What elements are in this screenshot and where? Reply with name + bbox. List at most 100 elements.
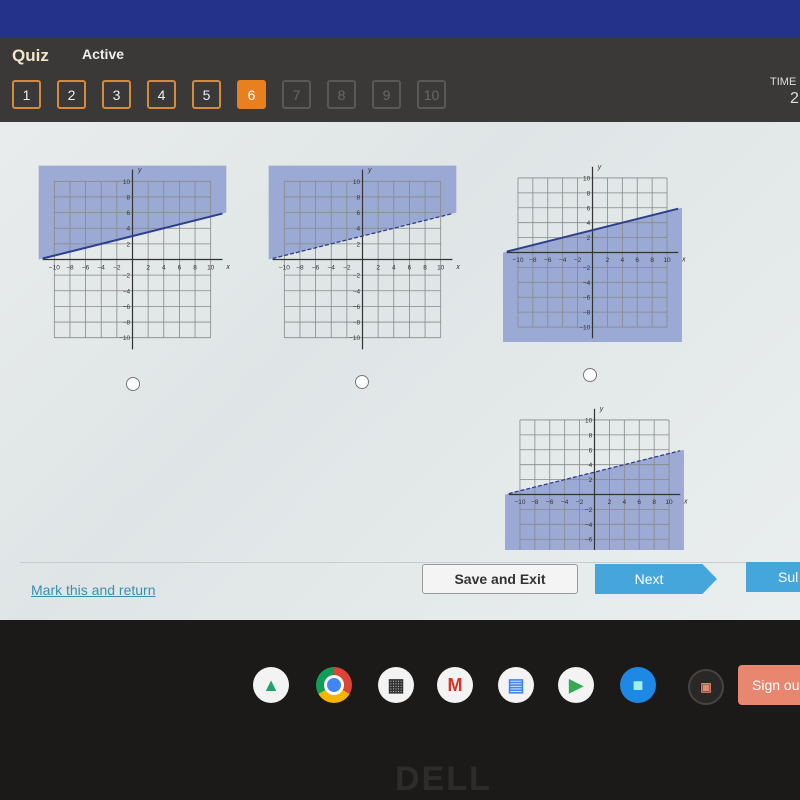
sign-out-button[interactable]: Sign ou [738,665,800,705]
divider [20,562,800,563]
system-tray-icon[interactable]: ▣ [688,669,724,705]
y-tick-label: 6 [589,447,593,454]
google-drive-icon[interactable]: ▲ [253,667,289,703]
files-icon[interactable]: ■ [620,667,656,703]
x-tick-label: −6 [312,265,320,272]
x-tick-label: −8 [531,499,539,506]
x-tick-label: 6 [178,265,182,272]
x-tick-label: −4 [98,265,106,272]
x-tick-label: 4 [392,265,396,272]
y-tick-label: 4 [587,220,591,227]
answer-radio-1[interactable] [126,377,140,391]
question-button-8: 8 [327,80,356,109]
x-tick-label: 6 [637,499,641,506]
y-tick-label: 4 [589,462,593,469]
x-tick-label: 4 [621,257,625,264]
x-tick-label: 8 [423,265,427,272]
y-tick-label: 6 [587,205,591,212]
y-tick-label: 8 [127,194,131,201]
chrome-icon[interactable] [316,667,352,703]
question-navigator: 1 2 3 4 5 6 7 8 9 10 [12,80,446,109]
x-tick-label: 10 [207,265,215,272]
y-tick-label: −6 [353,304,361,311]
save-and-exit-button[interactable]: Save and Exit [422,564,578,594]
x-tick-label: −2 [343,265,351,272]
x-tick-label: 6 [635,257,639,264]
y-tick-label: −4 [585,522,593,529]
y-tick-label: 8 [589,432,593,439]
x-tick-label: 4 [623,499,627,506]
question-button-5[interactable]: 5 [192,80,221,109]
y-tick-label: −6 [585,537,593,544]
y-tick-label: −8 [353,320,361,327]
x-tick-label: −10 [514,499,525,506]
x-tick-label: −4 [559,257,567,264]
question-button-3[interactable]: 3 [102,80,131,109]
y-tick-label: 10 [123,179,131,186]
y-tick-label: −10 [579,325,590,332]
gmail-icon[interactable]: M [437,667,473,703]
x-tick-label: −6 [546,499,554,506]
x-tick-label: −2 [113,265,121,272]
x-axis-label: x [455,264,460,271]
answer-radio-3[interactable] [583,368,597,382]
x-tick-label: −10 [512,257,523,264]
next-button[interactable]: Next [595,564,717,594]
y-tick-label: 4 [357,226,361,233]
play-store-icon[interactable]: ▶ [558,667,594,703]
y-tick-label: 6 [127,210,131,217]
y-tick-label: 8 [587,190,591,197]
x-tick-label: −10 [279,265,290,272]
x-tick-label: −4 [561,499,569,506]
y-axis-label: y [137,167,142,174]
x-tick-label: 2 [606,257,610,264]
x-tick-label: −6 [82,265,90,272]
y-tick-label: −10 [349,335,360,342]
x-tick-label: 4 [162,265,166,272]
question-button-10: 10 [417,80,446,109]
y-axis-label: y [599,406,604,413]
y-tick-label: 8 [357,194,361,201]
google-docs-icon[interactable]: ▤ [498,667,534,703]
y-tick-label: 2 [357,241,361,248]
question-content: x y −10 −10 −8 −8 −6 −6 −4 −4 −2 −2 2 2 4 4 6 6 8 8 10 10 x y −… [0,122,800,620]
question-button-9: 9 [372,80,401,109]
x-tick-label: 2 [608,499,612,506]
question-button-1[interactable]: 1 [12,80,41,109]
mark-and-return-link[interactable]: Mark this and return [31,582,156,598]
x-tick-label: 2 [376,265,380,272]
y-tick-label: −2 [123,273,131,280]
x-axis-label: x [683,498,688,505]
x-tick-label: −6 [544,257,552,264]
quiz-status: Active [82,46,125,62]
x-axis-label: x [225,264,230,271]
question-button-4[interactable]: 4 [147,80,176,109]
answer-graph-2: x y −10 −10 −8 −8 −6 −6 −4 −4 −2−2 2 2 4 4 6 6 8 8 10 10 [268,165,460,350]
timer-value: 2 [790,90,799,107]
x-tick-label: 8 [650,257,654,264]
y-tick-label: 10 [585,417,593,424]
y-tick-label: −4 [123,288,131,295]
y-tick-label: 2 [127,241,131,248]
y-tick-label: −8 [123,320,131,327]
question-button-6[interactable]: 6 [237,80,266,109]
x-tick-label: 10 [663,257,671,264]
calculator-icon[interactable]: ▦ [378,667,414,703]
x-tick-label: 8 [193,265,197,272]
x-axis-label: x [681,256,686,263]
y-tick-label: 2 [587,235,591,242]
y-tick-label: 10 [353,179,361,186]
answer-graph-1: x y −10 −10 −8 −8 −6 −6 −4 −4 −2−2 2 2 4 4 6 6 8 8 10 10 [38,165,230,350]
y-tick-label: −2 [583,265,591,272]
question-button-7: 7 [282,80,311,109]
submit-button[interactable]: Sul [746,562,800,592]
y-tick-label: −2 [585,507,593,514]
y-tick-label: −2 [353,273,361,280]
dell-logo: DELL [395,760,492,798]
y-tick-label: −6 [123,304,131,311]
y-tick-label: −4 [583,280,591,287]
answer-radio-2[interactable] [355,375,369,389]
question-button-2[interactable]: 2 [57,80,86,109]
y-tick-label: 10 [583,175,591,182]
x-tick-label: −2 [574,257,582,264]
